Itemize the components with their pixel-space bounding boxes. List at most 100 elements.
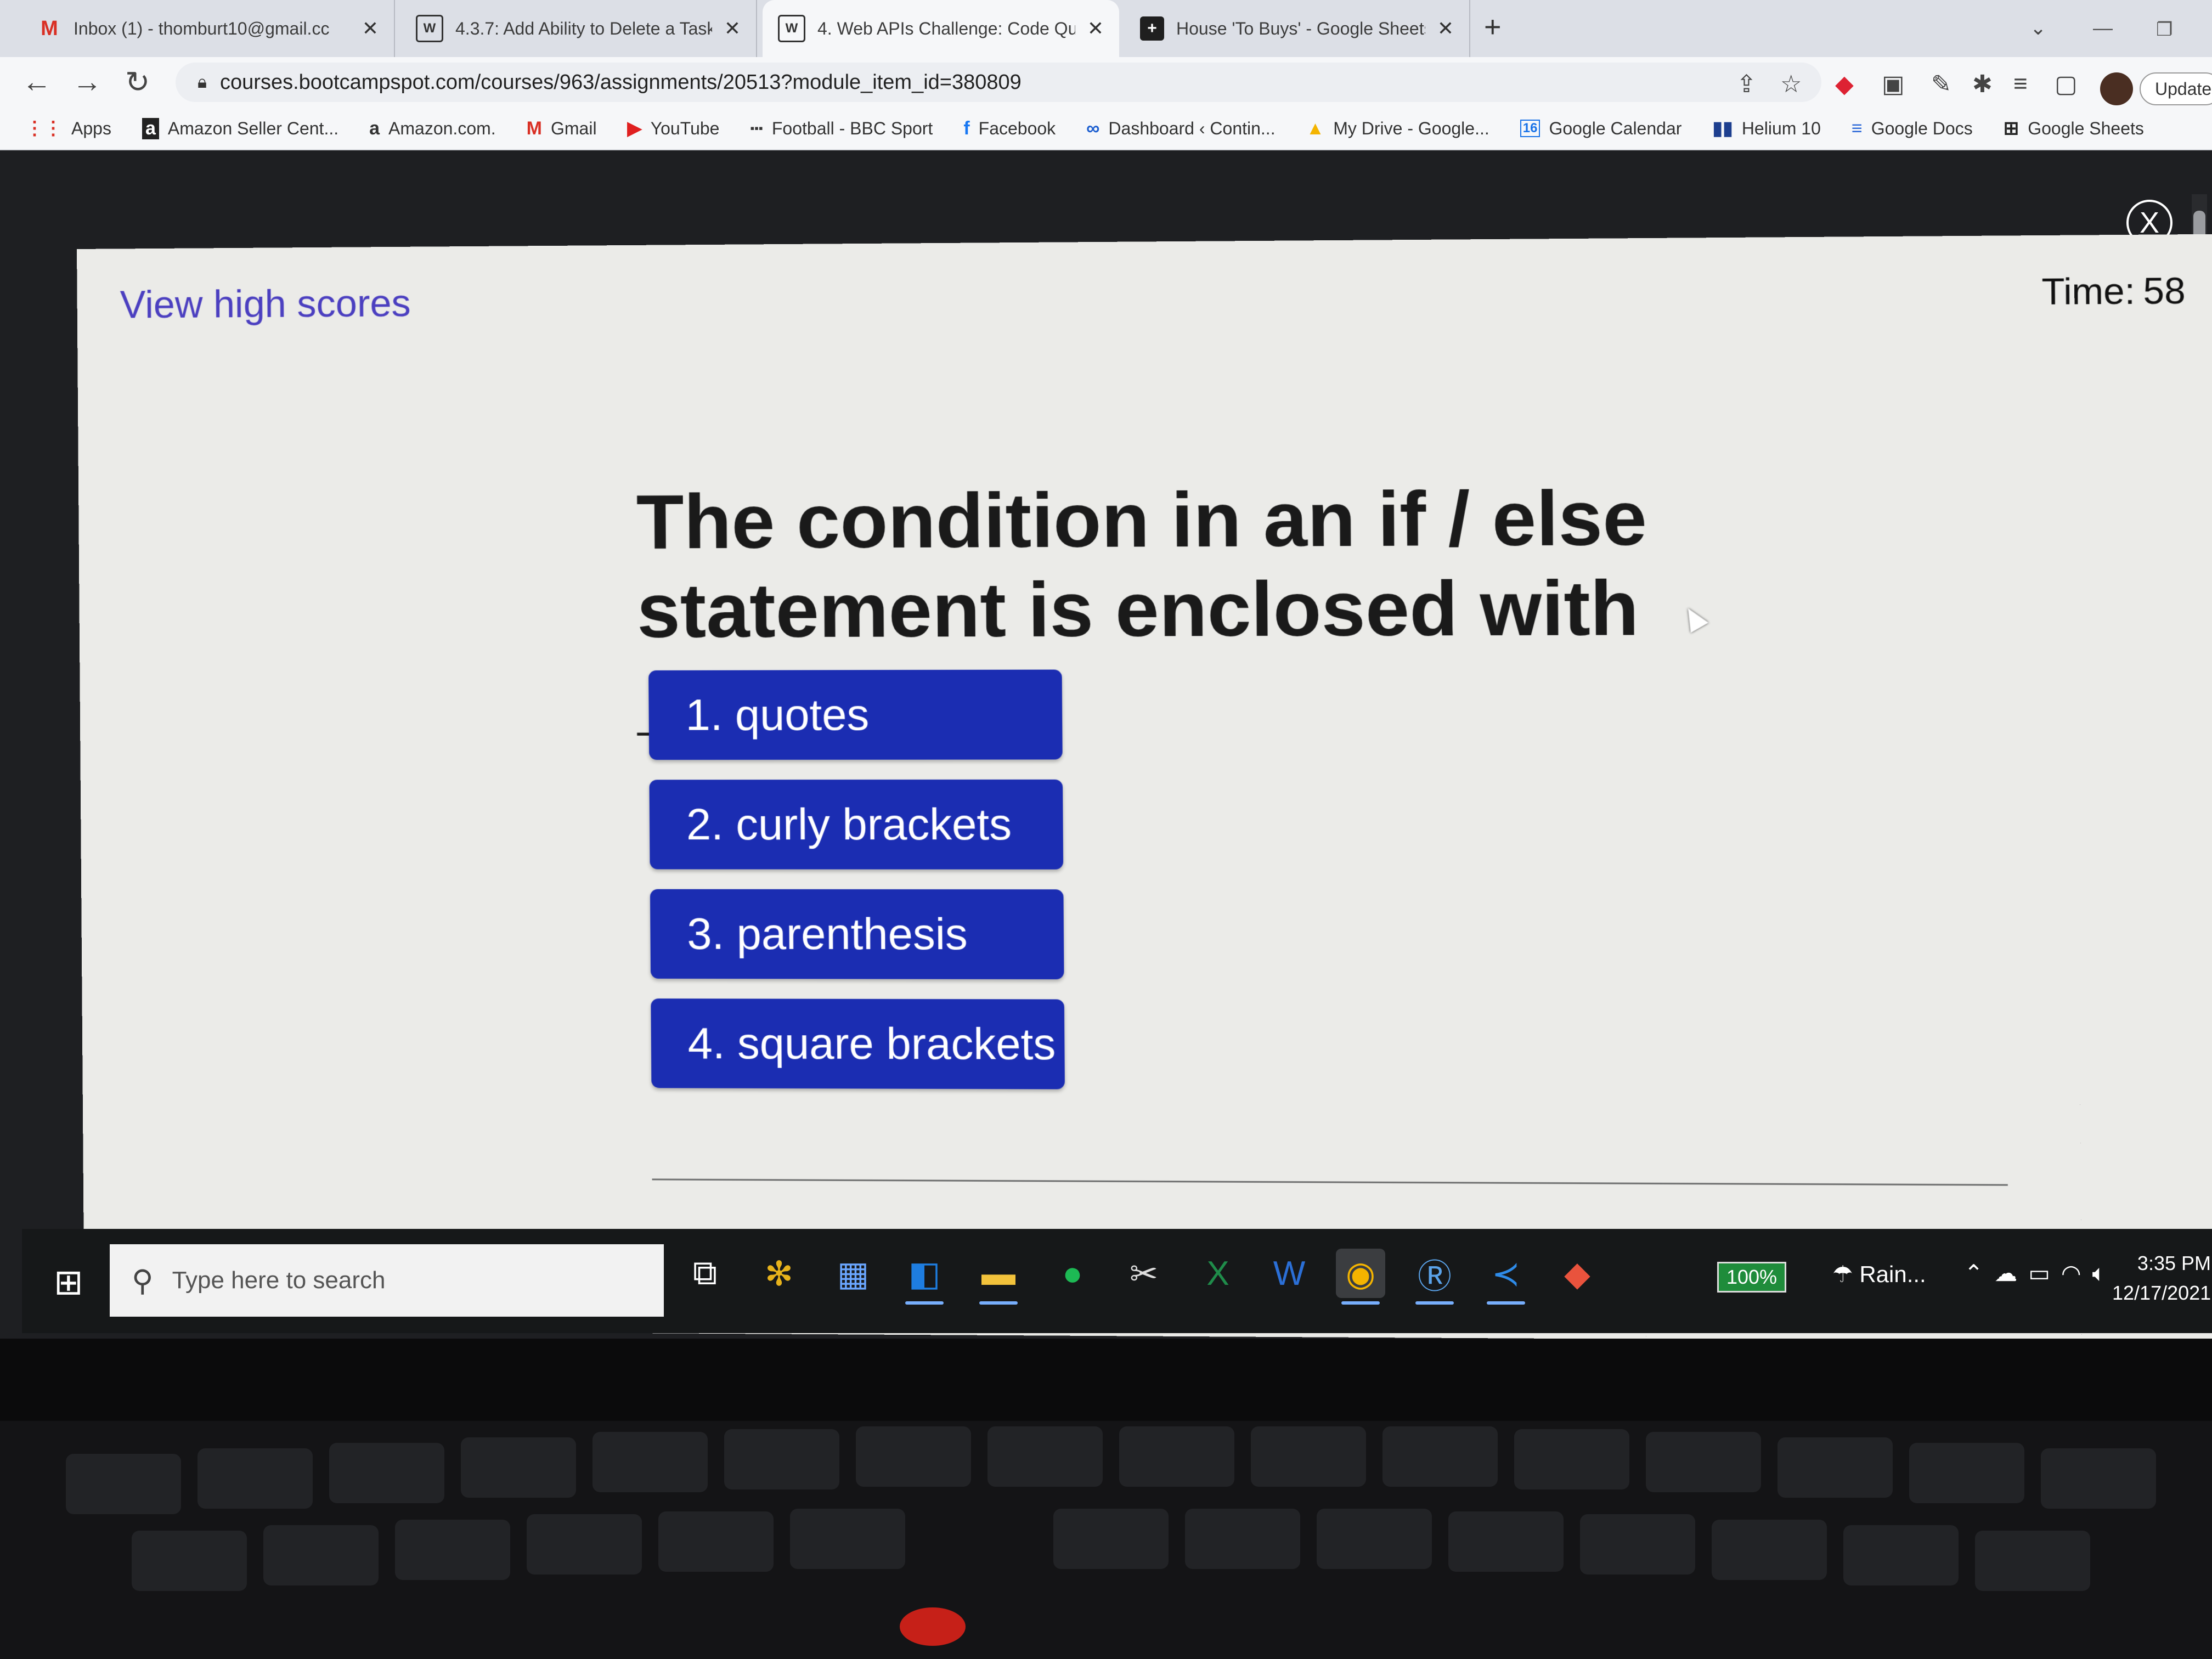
sidebar-icon[interactable]: ▢ bbox=[2055, 70, 2078, 98]
bookmark-apps[interactable]: ⋮⋮ Apps bbox=[25, 117, 111, 139]
timer-label: Time: bbox=[2041, 270, 2136, 313]
address-bar[interactable]: 🔒︎ courses.bootcampspot.com/courses/963/… bbox=[176, 63, 1821, 102]
keyboard-key bbox=[198, 1448, 313, 1509]
amazon-seller-icon: a bbox=[142, 117, 159, 139]
answer-button-3[interactable]: 3. parenthesis bbox=[650, 889, 1064, 980]
keyboard-key bbox=[461, 1437, 576, 1498]
file-explorer-icon[interactable]: ▬ bbox=[974, 1249, 1023, 1305]
minimize-icon[interactable]: — bbox=[2093, 16, 2113, 40]
url-text[interactable]: courses.bootcampspot.com/courses/963/ass… bbox=[220, 71, 1022, 94]
keyboard-key bbox=[1383, 1426, 1498, 1487]
vscode-icon[interactable]: ≺ bbox=[1481, 1249, 1531, 1305]
quiz-modal: View high scores Time: 58 The condition i… bbox=[77, 234, 2212, 1339]
answer-button-1[interactable]: 1. quotes bbox=[648, 669, 1063, 760]
puzzle-icon[interactable]: ✱ bbox=[1972, 70, 1993, 98]
tab-google-sheets[interactable]: + House 'To Buys' - Google Sheets ✕ bbox=[1125, 0, 1470, 57]
git-icon[interactable]: ◆ bbox=[1553, 1249, 1602, 1298]
windows-start-button[interactable]: ⊞ bbox=[54, 1262, 92, 1302]
keyboard-key bbox=[724, 1429, 839, 1489]
r-icon[interactable]: Ⓡ bbox=[1410, 1249, 1459, 1305]
update-button[interactable]: Update bbox=[2140, 72, 2212, 105]
bookmark-facebook[interactable]: f Facebook bbox=[963, 118, 1056, 139]
bookmark-label: Google Calendar bbox=[1549, 118, 1682, 138]
bookmark-google-calendar[interactable]: 16 Google Calendar bbox=[1520, 118, 1682, 139]
slack-icon[interactable]: ✻ bbox=[754, 1249, 804, 1298]
excel-icon[interactable]: X bbox=[1193, 1249, 1243, 1298]
drive-icon: ▲ bbox=[1306, 117, 1325, 139]
bookmark-label: YouTube bbox=[650, 118, 720, 138]
close-icon[interactable]: ✕ bbox=[362, 17, 379, 40]
sheets-icon: + bbox=[1140, 16, 1164, 41]
outlook-icon[interactable]: ◧ bbox=[900, 1249, 949, 1305]
bookmark-label: Google Sheets bbox=[2028, 118, 2144, 138]
clock-date: 12/17/2021 bbox=[2112, 1282, 2211, 1304]
keyboard-key bbox=[988, 1426, 1103, 1487]
tab-gmail[interactable]: M Inbox (1) - thomburt10@gmail.cc ✕ bbox=[22, 0, 395, 57]
page-content: X View high scores Time: 58 The condition… bbox=[0, 150, 2212, 1339]
keyboard-key bbox=[1053, 1509, 1169, 1569]
task-view-icon[interactable]: ⧉ bbox=[680, 1249, 730, 1298]
share-icon[interactable]: ⇪ bbox=[1736, 70, 1757, 98]
keyboard-key bbox=[1975, 1531, 2090, 1591]
js-extension-icon[interactable]: ▣ bbox=[1882, 70, 1905, 98]
bookmark-bbc-sport[interactable]: ▪▪▪ Football - BBC Sport bbox=[750, 119, 933, 139]
bootcamp-icon: W bbox=[416, 15, 443, 42]
extension-icon[interactable]: ◆ bbox=[1835, 70, 1854, 98]
keyboard-key bbox=[1843, 1525, 1959, 1585]
bookmark-helium-10[interactable]: ▮▮ Helium 10 bbox=[1712, 117, 1820, 139]
clock-time: 3:35 PM bbox=[2137, 1252, 2211, 1274]
avatar[interactable] bbox=[2100, 72, 2133, 105]
bookmark-my-drive[interactable]: ▲ My Drive - Google... bbox=[1306, 118, 1489, 139]
pen-extension-icon[interactable]: ✎ bbox=[1931, 70, 1951, 98]
media-icon[interactable]: ≡ bbox=[2013, 70, 2028, 98]
bookmark-gmail[interactable]: M Gmail bbox=[527, 118, 597, 139]
keyboard-key bbox=[592, 1432, 708, 1492]
bookmark-google-sheets[interactable]: ⊞ Google Sheets bbox=[2004, 117, 2144, 139]
bookmark-amazon-seller[interactable]: a Amazon Seller Cent... bbox=[142, 117, 338, 139]
calculator-icon[interactable]: ▦ bbox=[828, 1249, 878, 1298]
view-high-scores-link[interactable]: View high scores bbox=[120, 281, 411, 327]
chrome-icon[interactable]: ◉ bbox=[1336, 1249, 1385, 1305]
browser-toolbar: ← → ↻ 🔒︎ courses.bootcampspot.com/course… bbox=[0, 57, 2212, 108]
bookmark-youtube[interactable]: ▶ YouTube bbox=[628, 117, 720, 139]
result-divider bbox=[652, 1178, 2008, 1186]
system-tray[interactable]: ⌃☁▭◠🔈︎ bbox=[1964, 1260, 2117, 1287]
bookmark-label: Facebook bbox=[978, 118, 1056, 138]
chevron-down-icon[interactable]: ⌄ bbox=[2030, 16, 2046, 40]
forward-button[interactable]: → bbox=[72, 65, 102, 99]
weather-widget[interactable]: ☂ Rain... bbox=[1832, 1261, 1926, 1288]
battery-indicator[interactable]: 100% bbox=[1717, 1262, 1786, 1293]
bookmark-google-docs[interactable]: ≡ Google Docs bbox=[1852, 118, 1973, 139]
taskbar-search[interactable]: ⚲ Type here to search bbox=[110, 1244, 664, 1317]
snipping-tool-icon[interactable]: ✂ bbox=[1119, 1249, 1169, 1298]
close-icon[interactable]: ✕ bbox=[1437, 17, 1454, 40]
bookmark-label: Apps bbox=[71, 118, 111, 138]
keyboard-key bbox=[2041, 1448, 2156, 1509]
gmail-icon: M bbox=[526, 117, 542, 139]
new-tab-button[interactable]: + bbox=[1484, 10, 1502, 44]
star-icon[interactable]: ☆ bbox=[1780, 70, 1802, 98]
reload-button[interactable]: ↻ bbox=[125, 65, 150, 99]
calendar-icon: 16 bbox=[1520, 120, 1541, 137]
word-icon[interactable]: W bbox=[1265, 1249, 1314, 1298]
search-placeholder: Type here to search bbox=[172, 1267, 386, 1294]
spotify-icon[interactable]: ● bbox=[1048, 1249, 1097, 1298]
answer-button-2[interactable]: 2. curly brackets bbox=[649, 779, 1064, 870]
clock[interactable]: 3:35 PM 12/17/2021 bbox=[2112, 1249, 2211, 1308]
bookmark-dashboard[interactable]: ∞ Dashboard ‹ Contin... bbox=[1086, 118, 1275, 139]
tab-web-apis-challenge[interactable]: W 4. Web APIs Challenge: Code Qui ✕ bbox=[763, 0, 1119, 57]
bookmark-amazon[interactable]: a Amazon.com. bbox=[369, 118, 496, 139]
keyboard-key bbox=[329, 1443, 444, 1503]
close-icon[interactable]: ✕ bbox=[724, 17, 741, 40]
back-button[interactable]: ← bbox=[22, 65, 52, 99]
keyboard-key bbox=[1317, 1509, 1432, 1569]
windows-taskbar: ⊞ ⚲ Type here to search ⧉ ✻ ▦ ◧ ▬ ● ✂ X … bbox=[22, 1229, 2212, 1333]
answer-button-4[interactable]: 4. square brackets bbox=[651, 998, 1065, 1090]
close-icon[interactable]: ✕ bbox=[1087, 17, 1104, 40]
restore-icon[interactable]: ❐ bbox=[2156, 19, 2172, 41]
bookmark-label: Google Docs bbox=[1871, 118, 1973, 138]
timer: Time: 58 bbox=[2041, 269, 2186, 313]
bootcamp-icon: W bbox=[778, 15, 805, 42]
chrome-window: M Inbox (1) - thomburt10@gmail.cc ✕ W 4.… bbox=[0, 0, 2212, 1339]
tab-add-ability[interactable]: W 4.3.7: Add Ability to Delete a Task ✕ bbox=[400, 0, 757, 57]
